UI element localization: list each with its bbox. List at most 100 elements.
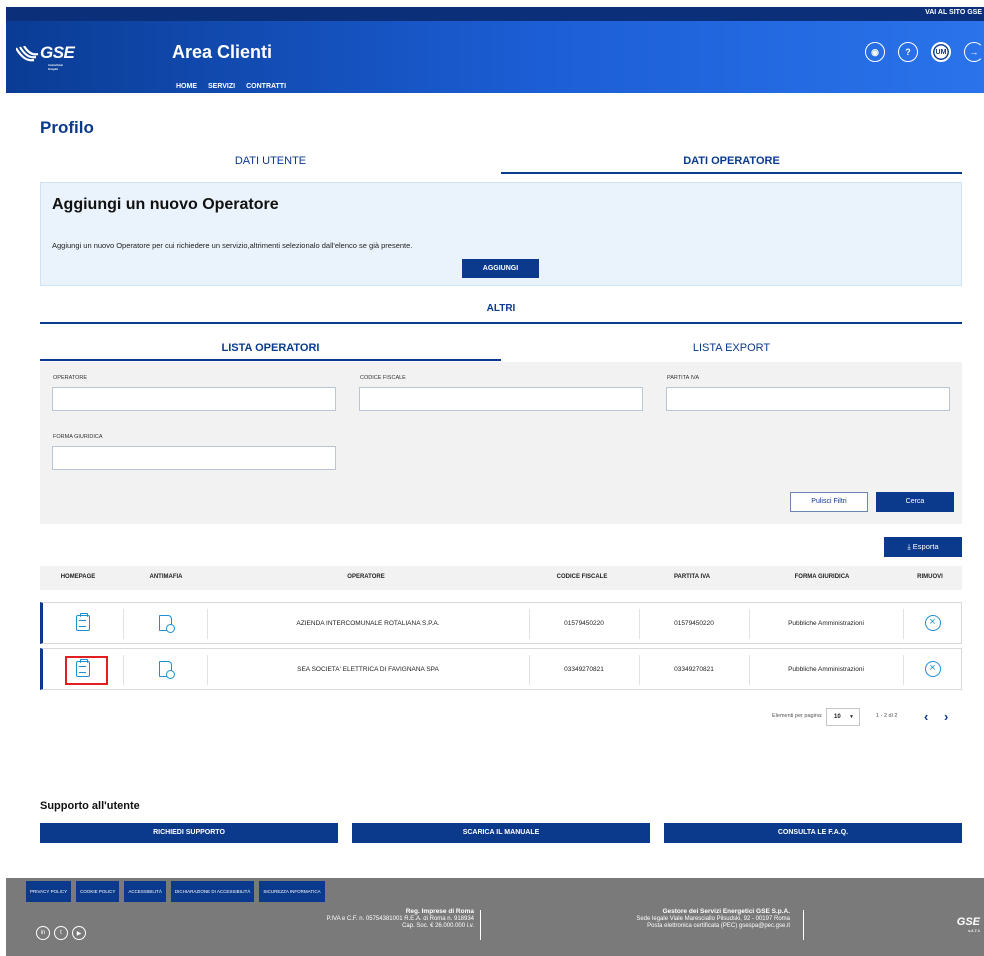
codice-fiscale-cell: 03349270821 xyxy=(564,665,604,673)
nav-contratti[interactable]: CONTRATTI xyxy=(246,83,286,90)
company-title: Gestore dei Servizi Energetici GSE S.p.A… xyxy=(662,908,790,915)
col-codice-fiscale: CODICE FISCALE xyxy=(556,574,608,580)
cookie-policy-link[interactable]: COOKIE POLICY xyxy=(76,881,120,902)
filters-panel: OPERATORE CODICE FISCALE PARTITA IVA FOR… xyxy=(40,362,962,524)
tab-dati-utente[interactable]: DATI UTENTE xyxy=(40,150,501,174)
col-forma-giuridica: FORMA GIURIDICA xyxy=(794,574,850,580)
per-page-label: Elementi per pagina: xyxy=(772,713,823,719)
divider xyxy=(480,910,481,940)
top-bar: VAI AL SITO GSE xyxy=(6,7,984,21)
help-icon[interactable]: ? xyxy=(898,42,918,62)
table-row: SEA SOCIETA' ELETTRICA DI FAVIGNANA SPA … xyxy=(40,648,962,690)
nav-home[interactable]: HOME xyxy=(176,83,197,90)
nav-servizi[interactable]: SERVIZI xyxy=(208,83,235,90)
filter-forma-giuridica-input[interactable] xyxy=(52,446,336,470)
faq-button[interactable]: CONSULTA LE F.A.Q. xyxy=(664,823,962,843)
col-antimafia: ANTIMAFIA xyxy=(149,574,183,580)
highlight-box xyxy=(65,656,108,685)
altri-section-header[interactable]: ALTRI xyxy=(40,303,962,324)
request-support-button[interactable]: RICHIEDI SUPPORTO xyxy=(40,823,338,843)
filter-partita-iva-label: PARTITA IVA xyxy=(667,375,699,381)
add-operator-title: Aggiungi un nuovo Operatore xyxy=(52,196,279,213)
accessibility-statement-link[interactable]: DICHIARAZIONE DI ACCESSIBILITÀ xyxy=(170,881,255,902)
accessibility-link[interactable]: ACCESSIBILITÀ xyxy=(124,881,166,902)
notifications-icon[interactable]: ◉ xyxy=(865,42,885,62)
operatore-cell: SEA SOCIETA' ELETTRICA DI FAVIGNANA SPA xyxy=(297,665,439,673)
company-line-1: Sede legale Viale Maresciallo Pilsudski,… xyxy=(636,916,790,922)
search-button[interactable]: Cerca xyxy=(876,492,954,512)
app-header: VAI AL SITO GSE GSE Gestore Servizi Ener… xyxy=(6,7,984,93)
filter-operatore-input[interactable] xyxy=(52,387,336,411)
antimafia-document-icon[interactable] xyxy=(158,615,175,633)
add-operator-button[interactable]: AGGIUNGI xyxy=(462,259,539,278)
privacy-policy-link[interactable]: PRIVACY POLICY xyxy=(26,881,72,902)
page-title: Profilo xyxy=(40,118,94,137)
registration-line-2: Cap. Soc. € 26.000.000 i.v. xyxy=(402,923,474,929)
footer-logo-text: GSE xyxy=(956,916,980,928)
codice-fiscale-cell: 01579450220 xyxy=(564,619,604,627)
footer-company: Gestore dei Servizi Energetici GSE S.p.A… xyxy=(636,908,790,930)
filter-codice-fiscale-input[interactable] xyxy=(359,387,643,411)
rimuovi-cell: × xyxy=(903,603,962,643)
twitter-icon[interactable]: t xyxy=(54,926,68,940)
tab-lista-operatori[interactable]: LISTA OPERATORI xyxy=(40,342,501,361)
caret-down-icon: ▼ xyxy=(849,714,854,720)
antimafia-cell xyxy=(123,603,207,643)
export-button[interactable]: ⤓ Esporta xyxy=(884,537,962,557)
remove-icon[interactable]: × xyxy=(924,615,941,631)
page-footer: PRIVACY POLICY COOKIE POLICY ACCESSIBILI… xyxy=(6,878,984,956)
logo-subtitle: Gestore Servizi Energetici xyxy=(48,63,63,71)
col-partita-iva: PARTITA IVA xyxy=(673,574,711,580)
clear-filters-button[interactable]: Pulisci Filtri xyxy=(790,492,868,512)
partita-iva-cell: 03349270821 xyxy=(674,665,714,673)
company-line-2: Posta elettronica certificata (PEC) gses… xyxy=(647,923,790,929)
social-links: in t ▶ xyxy=(36,926,86,940)
export-button-label: Esporta xyxy=(912,542,939,551)
registration-title: Reg. Imprese di Roma xyxy=(405,908,474,915)
tab-lista-export[interactable]: LISTA EXPORT xyxy=(501,342,962,361)
page-range: 1 - 2 di 2 xyxy=(876,713,898,719)
antimafia-document-icon[interactable] xyxy=(158,661,175,679)
footer-gse-logo[interactable]: GSE v.2.7.1 xyxy=(957,916,980,933)
logout-icon[interactable]: → xyxy=(964,42,984,62)
add-operator-description: Aggiungi un nuovo Operatore per cui rich… xyxy=(52,241,413,250)
col-rimuovi: RIMUOVI xyxy=(917,574,943,580)
next-page-icon[interactable]: › xyxy=(944,709,948,724)
footer-links: PRIVACY POLICY COOKIE POLICY ACCESSIBILI… xyxy=(26,881,325,902)
youtube-icon[interactable]: ▶ xyxy=(72,926,86,940)
partita-iva-cell: 01579450220 xyxy=(674,619,714,627)
forma-giuridica-cell: Pubbliche Amministrazioni xyxy=(788,619,864,627)
add-operator-panel: Aggiungi un nuovo Operatore Aggiungi un … xyxy=(40,182,962,286)
support-title: Supporto all'utente xyxy=(40,800,140,812)
download-icon: ⤓ xyxy=(907,542,911,551)
homepage-cell xyxy=(43,603,123,643)
logo-text: GSE xyxy=(40,43,75,62)
security-link[interactable]: SICUREZZA INFORMATICA xyxy=(259,881,325,902)
operatore-cell: AZIENDA INTERCOMUNALE ROTALIANA S.P.A. xyxy=(296,619,440,627)
download-manual-button[interactable]: SCARICA IL MANUALE xyxy=(352,823,650,843)
go-to-gse-site-link[interactable]: VAI AL SITO GSE xyxy=(925,9,982,16)
homepage-icon[interactable] xyxy=(76,613,90,631)
prev-page-icon[interactable]: ‹ xyxy=(924,709,928,724)
table-row: AZIENDA INTERCOMUNALE ROTALIANA S.P.A. 0… xyxy=(40,602,962,644)
col-operatore: OPERATORE xyxy=(347,574,385,580)
forma-giuridica-cell: Pubbliche Amministrazioni xyxy=(788,665,864,673)
avatar[interactable]: UM xyxy=(931,42,951,62)
list-tabs: LISTA OPERATORI LISTA EXPORT xyxy=(40,342,962,361)
tab-dati-operatore[interactable]: DATI OPERATORE xyxy=(501,150,962,174)
col-homepage: HOMEPAGE xyxy=(60,574,96,580)
linkedin-icon[interactable]: in xyxy=(36,926,50,940)
per-page-select[interactable]: 10 ▼ xyxy=(826,708,860,726)
filter-forma-giuridica-label: FORMA GIURIDICA xyxy=(53,434,103,440)
app-title: Area Clienti xyxy=(172,42,273,62)
rimuovi-cell: × xyxy=(903,649,962,689)
antimafia-cell xyxy=(123,649,207,689)
profile-tabs: DATI UTENTE DATI OPERATORE xyxy=(40,150,962,174)
remove-icon[interactable]: × xyxy=(924,661,941,677)
filter-partita-iva-input[interactable] xyxy=(666,387,950,411)
top-nav: HOME SERVIZI CONTRATTI xyxy=(176,83,286,90)
gse-logo[interactable]: GSE Gestore Servizi Energetici xyxy=(16,43,75,71)
filter-codice-fiscale-label: CODICE FISCALE xyxy=(360,375,406,381)
footer-registration: Reg. Imprese di Roma P.IVA e C.F. n. 057… xyxy=(326,908,474,930)
registration-line-1: P.IVA e C.F. n. 05754381001 R.E.A. di Ro… xyxy=(326,916,474,922)
